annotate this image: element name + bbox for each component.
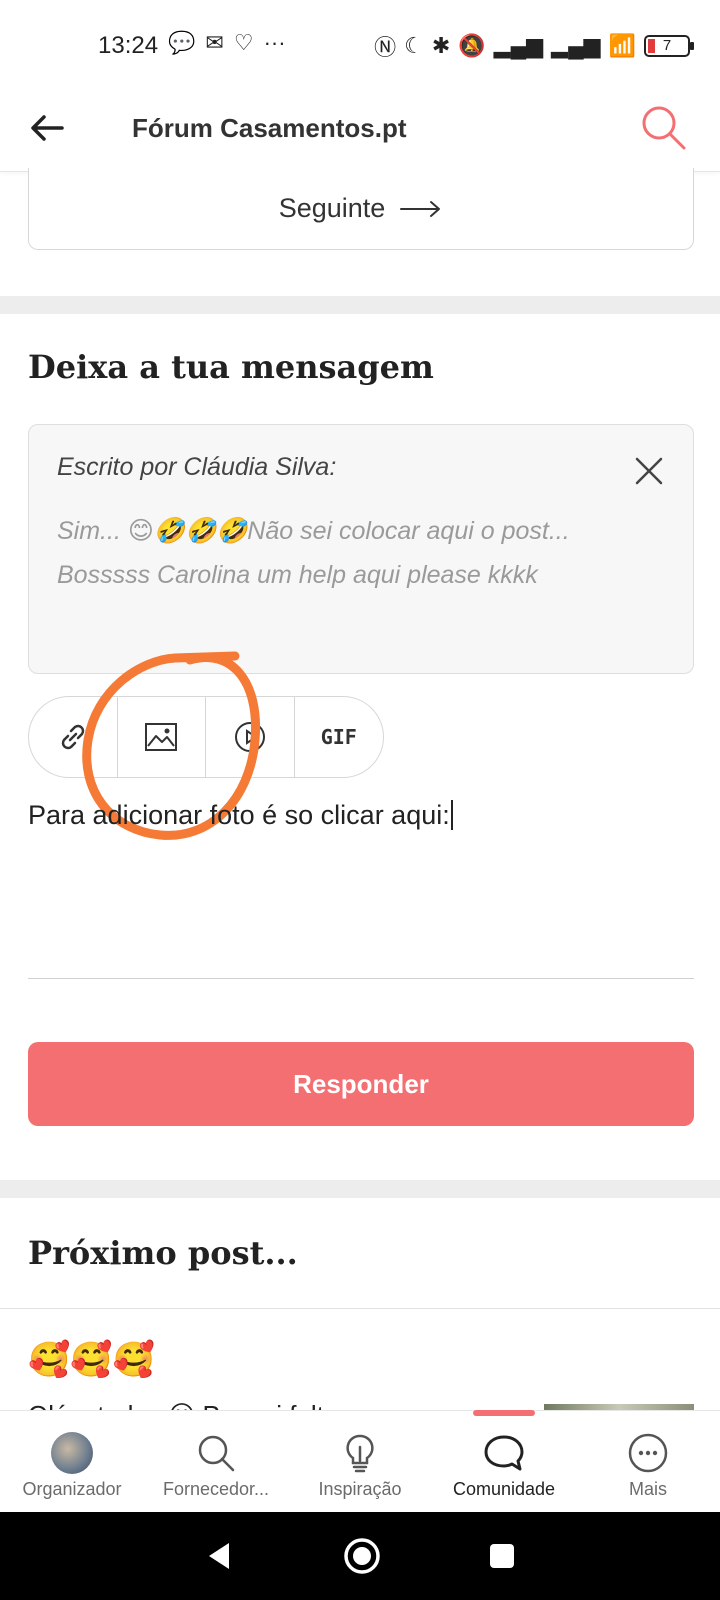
next-post-divider <box>0 1308 720 1309</box>
video-button[interactable] <box>206 697 295 777</box>
quote-box: Escrito por Cláudia Silva: Sim... 😊🤣🤣🤣Nã… <box>28 424 694 674</box>
chat-bubble-icon <box>482 1431 526 1475</box>
editor-toolbar: GIF <box>28 696 384 778</box>
back-triangle-icon[interactable] <box>203 1539 237 1573</box>
image-button[interactable] <box>118 697 206 777</box>
outlook-icon: ✉ <box>205 30 224 55</box>
page-title: Fórum Casamentos.pt <box>132 113 407 143</box>
post-emojis[interactable]: 🥰🥰🥰 <box>28 1340 155 1380</box>
app-header: Fórum Casamentos.pt <box>0 88 720 172</box>
message-input[interactable]: Para adicionar foto é so clicar aqui: <box>28 800 453 831</box>
search-icon[interactable] <box>638 102 690 154</box>
signal-icon-2: ▂▄▆ <box>551 33 601 58</box>
nav-comunidade[interactable]: Comunidade <box>432 1410 576 1512</box>
reply-button[interactable]: Responder <box>28 1042 694 1126</box>
section-divider-2 <box>0 1180 720 1198</box>
more-dots-icon: ··· <box>263 30 286 55</box>
bottom-nav: Organizador Fornecedor... Inspiração Com… <box>0 1410 720 1512</box>
lightbulb-icon <box>338 1431 382 1475</box>
quote-author: Escrito por Cláudia Silva: <box>57 453 337 481</box>
mute-icon: 🔕 <box>458 33 486 58</box>
heart-icon: ♡ <box>233 30 254 55</box>
next-page-label: Seguinte <box>278 193 386 223</box>
nav-label: Fornecedor... <box>162 1479 270 1499</box>
nav-fornecedores[interactable]: Fornecedor... <box>144 1411 288 1512</box>
system-nav-bar <box>0 1512 720 1600</box>
gif-label: GIF <box>320 725 357 749</box>
link-icon <box>61 724 84 750</box>
avatar <box>51 1432 93 1474</box>
signal-icon: ▂▄▆ <box>493 33 544 58</box>
nav-label: Inspiração <box>318 1479 402 1499</box>
more-icon <box>626 1431 670 1475</box>
close-icon[interactable] <box>629 451 669 491</box>
chat-bubble-icon: 💬 <box>168 30 196 55</box>
nav-label: Organizador <box>22 1479 122 1499</box>
nav-inspiracao[interactable]: Inspiração <box>288 1411 432 1512</box>
bluetooth-icon: ✱ <box>431 33 451 58</box>
quote-text: Sim... 😊🤣🤣🤣Não sei colocar aqui o post..… <box>57 517 570 589</box>
dnd-moon-icon: ☾ <box>404 33 424 58</box>
image-icon <box>145 723 178 751</box>
nav-organizador[interactable]: Organizador <box>0 1411 144 1512</box>
message-value: Para adicionar foto é so clicar aqui: <box>28 800 450 830</box>
nfc-icon: Ⓝ <box>374 35 397 60</box>
notification-icons: 💬 ✉ ♡ ··· <box>168 30 286 56</box>
input-underline <box>28 978 694 979</box>
status-bar: 13:24 💬 ✉ ♡ ··· Ⓝ ☾ ✱ 🔕 ▂▄▆ ▂▄▆ 📶 7 <box>0 0 720 88</box>
active-indicator <box>473 1410 535 1416</box>
arrow-right-icon <box>400 200 441 217</box>
section-divider <box>0 296 720 314</box>
back-arrow-icon[interactable] <box>26 106 70 150</box>
nav-mais[interactable]: Mais <box>576 1411 720 1512</box>
text-caret <box>450 800 453 830</box>
home-circle-icon[interactable] <box>342 1536 382 1576</box>
gif-button[interactable]: GIF <box>295 697 384 777</box>
next-post-title: Próximo post... <box>28 1234 298 1272</box>
next-page-button[interactable]: Seguinte <box>28 168 694 250</box>
system-icons: Ⓝ ☾ ✱ 🔕 ▂▄▆ ▂▄▆ 📶 7 <box>374 30 694 62</box>
recents-square-icon[interactable] <box>487 1541 517 1571</box>
wifi-icon: 📶 <box>608 33 636 58</box>
play-icon <box>234 722 265 752</box>
compose-title: Deixa a tua mensagem <box>28 348 434 386</box>
status-time: 13:24 <box>98 32 159 59</box>
battery-icon: 7 <box>644 35 694 57</box>
link-button[interactable] <box>29 697 118 777</box>
nav-label: Mais <box>628 1479 667 1499</box>
search-icon <box>194 1431 238 1475</box>
nav-label: Comunidade <box>452 1479 556 1499</box>
